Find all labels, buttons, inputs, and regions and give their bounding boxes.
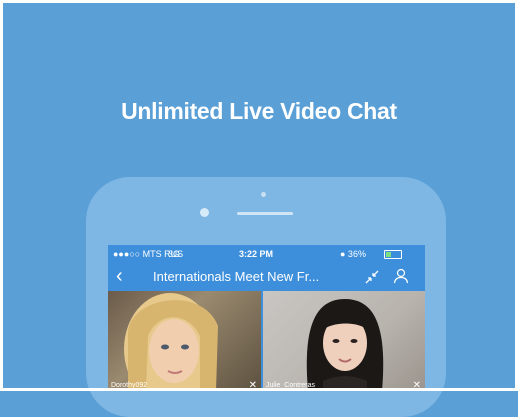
headline: Unlimited Live Video Chat	[121, 98, 397, 124]
battery-icon	[384, 250, 402, 259]
collapse-icon[interactable]	[364, 269, 380, 285]
video-thumbnail	[124, 293, 218, 391]
network-label: 3G	[168, 249, 181, 259]
time-label: 3:22 PM	[239, 249, 274, 259]
phone-screen: ●●●○○ MTS RUS 3G 3:22 PM ● 36% ‹ Interna…	[108, 245, 425, 391]
video-tile[interactable]: Dorothy092 ✕	[108, 291, 261, 391]
nav-title: Internationals Meet New Fr...	[153, 269, 320, 284]
battery-percent: ● 36%	[340, 249, 366, 259]
back-icon[interactable]: ‹	[116, 264, 123, 288]
video-username: Julie_Contreras	[266, 382, 316, 389]
video-username: Dorothy092	[111, 382, 148, 389]
user-icon[interactable]	[393, 268, 409, 284]
close-icon[interactable]: ✕	[413, 380, 421, 391]
video-tile[interactable]: Julie_Contreras ✕	[263, 291, 425, 391]
video-thumbnail	[306, 299, 384, 391]
status-bar: ●●●○○ MTS RUS 3G 3:22 PM ● 36%	[108, 245, 425, 263]
front-camera-dot	[200, 208, 209, 217]
sensor-dot	[261, 192, 266, 197]
nav-bar: ‹ Internationals Meet New Fr...	[108, 263, 425, 291]
speaker-grille	[237, 212, 293, 215]
battery-level	[386, 252, 391, 257]
close-icon[interactable]: ✕	[249, 380, 257, 391]
